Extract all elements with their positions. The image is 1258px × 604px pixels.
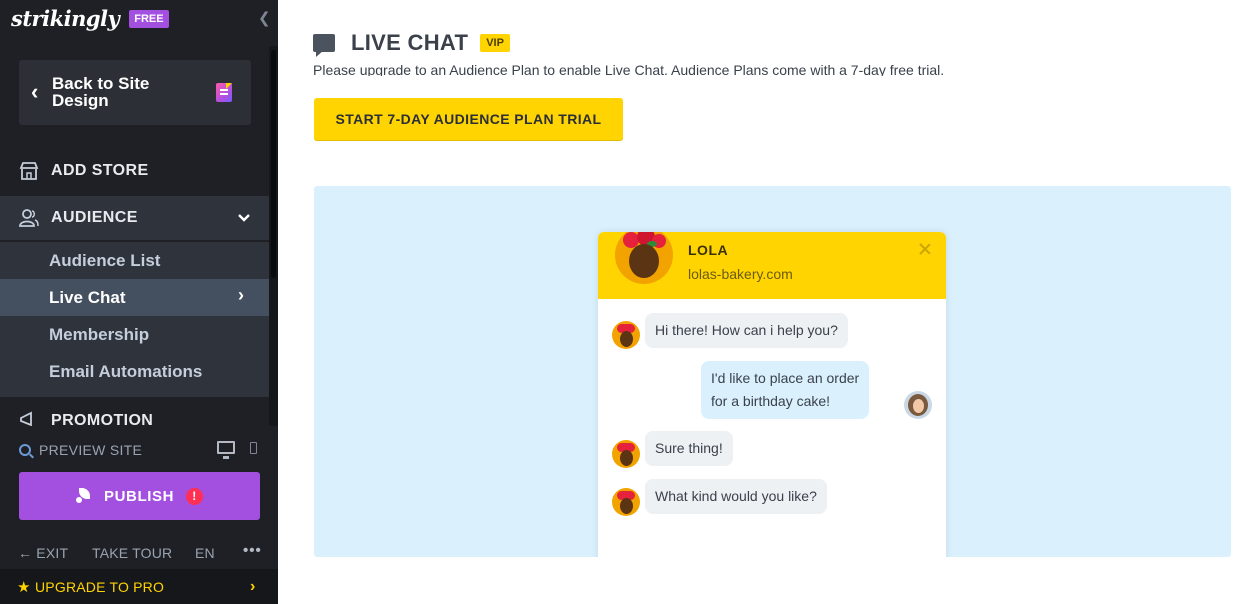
upgrade-message-text: Please upgrade to an Audience Plan to en… [313, 62, 945, 76]
brand[interactable]: strikingly FREE [11, 6, 169, 31]
chat-message-line: for a birthday cake! [711, 393, 831, 409]
upgrade-to-pro-bar[interactable]: ★ UPGRADE TO PRO › [0, 569, 278, 604]
agent-avatar [615, 232, 673, 284]
chevron-down-icon [238, 214, 250, 222]
more-options-icon[interactable]: ••• [243, 542, 262, 559]
chat-message-agent: What kind would you like? [645, 479, 827, 514]
page-design-icon [216, 83, 232, 102]
sidebar-subitem-label: Membership [49, 325, 150, 344]
back-to-site-design-button[interactable]: ‹ Back to Site Design [19, 60, 251, 125]
sidebar-bottom: PREVIEW SITE PUBLISH ! ← EXIT TAKE TOUR … [0, 430, 278, 604]
agent-mini-avatar [612, 488, 640, 516]
sidebar-item-live-chat[interactable]: Live Chat › [0, 279, 269, 316]
sidebar-item-label: PROMOTION [51, 412, 154, 426]
chat-widget-preview: LOLA lolas-bakery.com Hi there! How can … [598, 232, 946, 557]
sidebar-subitem-label: Audience List [49, 251, 161, 270]
plan-badge: FREE [129, 9, 169, 28]
take-tour-link[interactable]: TAKE TOUR [92, 545, 172, 561]
agent-mini-avatar [612, 440, 640, 468]
visitor-avatar [904, 391, 932, 419]
chat-message-line: I'd like to place an order [711, 370, 860, 386]
sidebar-item-label: AUDIENCE [51, 209, 138, 226]
language-selector[interactable]: EN [195, 545, 215, 561]
upgrade-message: Please upgrade to an Audience Plan to en… [313, 60, 1113, 76]
sidebar-item-label: ADD STORE [51, 162, 149, 179]
sidebar-item-add-store[interactable]: ADD STORE [0, 149, 269, 193]
publish-button[interactable]: PUBLISH ! [19, 472, 260, 520]
main-content: LIVE CHAT VIP Please upgrade to an Audie… [278, 0, 1258, 604]
chat-bubble-icon [313, 34, 335, 57]
upgrade-to-pro-label: UPGRADE TO PRO [35, 578, 165, 595]
preview-site-label: PREVIEW SITE [39, 442, 143, 458]
publish-alert-badge: ! [186, 487, 204, 505]
sidebar-item-promotion[interactable]: PROMOTION [0, 400, 269, 426]
agent-site: lolas-bakery.com [688, 266, 793, 282]
sidebar-item-audience-list[interactable]: Audience List [0, 242, 269, 279]
sidebar-subitem-label: Live Chat [49, 288, 126, 307]
collapse-chevron-icon[interactable]: ❮ [258, 9, 271, 27]
sidebar: strikingly FREE ❮ ‹ Back to Site Design … [0, 0, 278, 604]
start-trial-button[interactable]: START 7-DAY AUDIENCE PLAN TRIAL [314, 98, 623, 140]
sidebar-item-audience[interactable]: AUDIENCE [0, 196, 269, 240]
mobile-icon[interactable] [250, 442, 257, 454]
store-icon [19, 162, 39, 180]
page-header: LIVE CHAT VIP [313, 30, 510, 57]
publish-label: PUBLISH [103, 487, 175, 505]
sidebar-item-email-automations[interactable]: Email Automations [0, 353, 269, 397]
vip-badge: VIP [480, 34, 510, 52]
chat-widget-header: LOLA lolas-bakery.com [598, 232, 946, 299]
strikingly-logo: strikingly [11, 6, 120, 31]
sidebar-footer: ← EXIT TAKE TOUR EN ••• [0, 538, 278, 568]
chat-message-visitor: I'd like to place an order for a birthda… [701, 361, 870, 419]
back-chevron-icon: ‹ [31, 79, 39, 104]
sidebar-scroll-thumb[interactable] [271, 50, 276, 278]
chat-message-agent: Sure thing! [645, 431, 733, 466]
rocket-icon [75, 488, 92, 504]
desktop-icon[interactable] [217, 441, 235, 459]
sidebar-item-membership[interactable]: Membership [0, 316, 269, 353]
audience-icon [19, 209, 39, 227]
preview-site-link[interactable]: PREVIEW SITE [19, 442, 142, 458]
agent-mini-avatar [612, 321, 640, 349]
exit-link[interactable]: ← EXIT [18, 545, 68, 561]
sidebar-subitem-label: Email Automations [49, 362, 203, 381]
chat-preview-panel: LOLA lolas-bakery.com Hi there! How can … [314, 186, 1231, 557]
page-title: LIVE CHAT [351, 30, 469, 55]
close-icon [918, 242, 932, 256]
star-icon: ★ [17, 578, 31, 596]
chevron-right-icon: › [250, 577, 256, 595]
chevron-right-icon: › [238, 285, 244, 305]
search-icon [19, 444, 31, 456]
back-to-site-design-label: Back to Site Design [52, 74, 150, 110]
megaphone-icon [20, 411, 32, 426]
chat-message-agent: Hi there! How can i help you? [645, 313, 848, 348]
agent-name: LOLA [688, 242, 729, 258]
